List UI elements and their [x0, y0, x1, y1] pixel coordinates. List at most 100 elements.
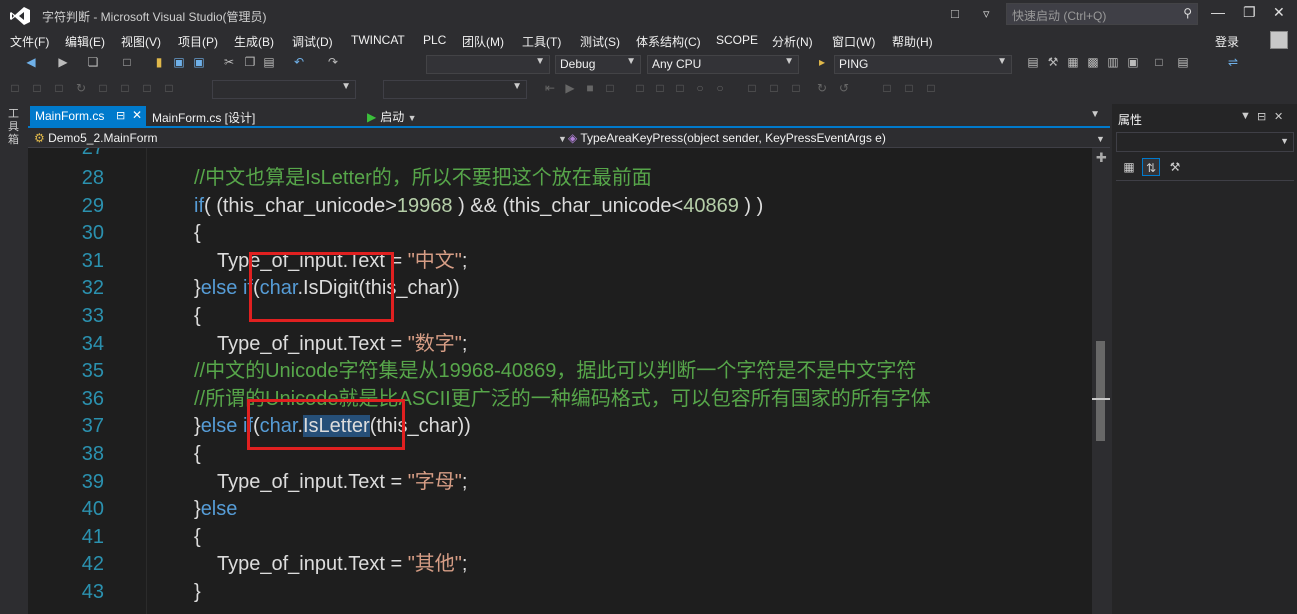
- categorized-icon[interactable]: ▦: [1120, 158, 1138, 176]
- toolbar-tool-icon-7[interactable]: □: [1152, 55, 1166, 69]
- code-line[interactable]: 38 {: [28, 440, 1092, 468]
- find-in-files-icon[interactable]: ▸: [815, 55, 829, 69]
- menu-build[interactable]: 生成(B): [234, 33, 274, 50]
- menu-window[interactable]: 窗口(W): [832, 33, 875, 50]
- save-all-icon[interactable]: ▣: [192, 55, 206, 69]
- code-line[interactable]: 36//所谓的Unicode就是比ASCII更广泛的一种编码格式，可以包容所有国…: [28, 385, 1092, 413]
- toolbar2-icon-14[interactable]: □: [653, 81, 667, 95]
- save-icon[interactable]: ▣: [172, 55, 186, 69]
- pin-icon[interactable]: ⊟: [116, 109, 125, 122]
- menu-scope[interactable]: SCOPE: [716, 33, 758, 47]
- toolbar2-icon-19[interactable]: □: [767, 81, 781, 95]
- menu-file[interactable]: 文件(F): [10, 33, 49, 50]
- code-line[interactable]: 34 Type_of_input.Text = "数字";: [28, 330, 1092, 358]
- solution-configuration-combo[interactable]: Debug ▼: [555, 55, 641, 74]
- notifications-icon[interactable]: □: [951, 6, 959, 21]
- toolbar2-icon-5[interactable]: □: [96, 81, 110, 95]
- toolbar2-icon-24[interactable]: □: [902, 81, 916, 95]
- code-editor[interactable]: 27 28 //中文也算是IsLetter的，所以不要把这个放在最前面 29 if( …: [28, 148, 1092, 614]
- startup-item-combo[interactable]: ▼: [426, 55, 550, 74]
- panel-close-icon[interactable]: ✕: [1274, 110, 1283, 123]
- code-line[interactable]: 32}else if(char.IsDigit(this_char)): [28, 274, 1092, 302]
- solution-platform-combo[interactable]: Any CPU ▼: [647, 55, 799, 74]
- menu-test[interactable]: 测试(S): [580, 33, 620, 50]
- toolbar2-combo-1[interactable]: ▼: [212, 80, 356, 99]
- class-navigation-combo[interactable]: ⚙ Demo5_2.MainForm: [34, 131, 157, 145]
- toolbar-options-icon[interactable]: ⇌: [1226, 55, 1240, 69]
- tab-mainform-designer[interactable]: MainForm.cs [设计]: [152, 109, 255, 126]
- navigate-back-icon[interactable]: ◀: [24, 55, 38, 69]
- close-window-button[interactable]: ✕: [1273, 4, 1285, 21]
- navigate-forward-icon[interactable]: ▶: [56, 55, 70, 69]
- toolbar2-icon-2[interactable]: □: [30, 81, 44, 95]
- login-link[interactable]: 登录: [1215, 33, 1239, 50]
- scrollbar-thumb[interactable]: [1096, 341, 1105, 441]
- toolbar2-icon-13[interactable]: □: [633, 81, 647, 95]
- find-combo[interactable]: PING ▼: [834, 55, 1012, 74]
- code-line[interactable]: 42 Type_of_input.Text = "其他";: [28, 550, 1092, 578]
- paste-icon[interactable]: ▤: [262, 55, 276, 69]
- menu-project[interactable]: 项目(P): [178, 33, 218, 50]
- account-avatar[interactable]: [1270, 31, 1288, 49]
- toolbar2-icon-1[interactable]: □: [8, 81, 22, 95]
- continue-icon[interactable]: ▶: [563, 81, 577, 95]
- stop-icon[interactable]: ■: [583, 81, 597, 95]
- toolbar2-combo-2[interactable]: ▼: [383, 80, 527, 99]
- minimize-button[interactable]: —: [1211, 4, 1225, 20]
- code-line[interactable]: 35 //中文的Unicode字符集是从19968-40869，据此可以判断一个字…: [28, 357, 1092, 385]
- member-navigation-combo[interactable]: ◈ TypeAreaKeyPress(object sender, KeyPre…: [568, 131, 886, 145]
- toolbar2-icon-22[interactable]: ↺: [837, 81, 851, 95]
- toolbar2-icon-21[interactable]: ↻: [815, 81, 829, 95]
- menu-help[interactable]: 帮助(H): [892, 33, 933, 50]
- menu-view[interactable]: 视图(V): [121, 33, 161, 50]
- split-editor-icon[interactable]: ✚: [1096, 150, 1107, 166]
- toolbar-tool-icon-3[interactable]: ▦: [1066, 55, 1080, 69]
- toolbar2-icon-6[interactable]: □: [118, 81, 132, 95]
- properties-object-combo[interactable]: ▼: [1116, 132, 1294, 152]
- tab-overflow-dropdown-icon[interactable]: ▼: [1090, 109, 1100, 120]
- member-dropdown-icon[interactable]: ▼: [1096, 134, 1105, 144]
- restore-button[interactable]: ❐: [1243, 4, 1256, 21]
- code-line[interactable]: 29 if( (this_char_unicode>19968 ) && (thi…: [28, 192, 1092, 220]
- code-line[interactable]: 31 Type_of_input.Text = "中文";: [28, 247, 1092, 275]
- panel-menu-icon[interactable]: ▼: [1240, 110, 1251, 122]
- add-item-icon[interactable]: □: [120, 55, 134, 69]
- toolbar-tool-icon-5[interactable]: ▥: [1106, 55, 1120, 69]
- feedback-filter-icon[interactable]: ▿: [983, 6, 990, 22]
- open-file-icon[interactable]: ▮: [152, 55, 166, 69]
- toolbox-side-tab[interactable]: 工具箱: [0, 100, 28, 614]
- new-project-icon[interactable]: ❏: [86, 55, 100, 69]
- code-line[interactable]: 37}else if(char.IsLetter(this_char)): [28, 412, 1092, 440]
- wrench-icon[interactable]: ⚒: [1046, 55, 1060, 69]
- redo-icon[interactable]: ↷: [326, 55, 340, 69]
- toolbar-tool-icon-1[interactable]: ▤: [1026, 55, 1040, 69]
- code-line[interactable]: 43}: [28, 578, 1092, 606]
- undo-icon[interactable]: ↶: [292, 55, 306, 69]
- code-line[interactable]: 33 {: [28, 302, 1092, 330]
- panel-pin-icon[interactable]: ⊟: [1257, 110, 1266, 123]
- property-pages-icon[interactable]: ⚒: [1166, 158, 1184, 176]
- close-tab-icon[interactable]: ✕: [132, 108, 142, 122]
- quick-launch-input[interactable]: 快速启动 (Ctrl+Q) ⚲: [1006, 3, 1198, 25]
- toolbar2-icon-23[interactable]: □: [880, 81, 894, 95]
- code-line[interactable]: 41 {: [28, 523, 1092, 551]
- toolbar2-icon-20[interactable]: □: [789, 81, 803, 95]
- editor-vertical-scrollbar[interactable]: ✚: [1092, 148, 1110, 614]
- toolbar2-icon-4[interactable]: ↻: [74, 81, 88, 95]
- toolbar-tool-icon-6[interactable]: ▣: [1126, 55, 1140, 69]
- menu-edit[interactable]: 编辑(E): [65, 33, 105, 50]
- toolbar2-icon-18[interactable]: □: [745, 81, 759, 95]
- cut-icon[interactable]: ✂: [222, 55, 236, 69]
- step-into-icon[interactable]: ⇤: [543, 81, 557, 95]
- toolbar-tool-icon-8[interactable]: ▤: [1176, 55, 1190, 69]
- toolbar2-icon-7[interactable]: □: [140, 81, 154, 95]
- toolbar2-icon-12[interactable]: □: [603, 81, 617, 95]
- code-line[interactable]: 40}else: [28, 495, 1092, 523]
- tab-mainform-cs[interactable]: MainForm.cs ⊟ ✕: [30, 106, 146, 126]
- code-line[interactable]: 28 //中文也算是IsLetter的，所以不要把这个放在最前面: [28, 164, 1092, 192]
- menu-plc[interactable]: PLC: [423, 33, 446, 47]
- toolbar-tool-icon-4[interactable]: ▩: [1086, 55, 1100, 69]
- toolbar2-icon-17[interactable]: ○: [713, 81, 727, 95]
- toolbar2-icon-25[interactable]: □: [924, 81, 938, 95]
- toolbar2-icon-15[interactable]: □: [673, 81, 687, 95]
